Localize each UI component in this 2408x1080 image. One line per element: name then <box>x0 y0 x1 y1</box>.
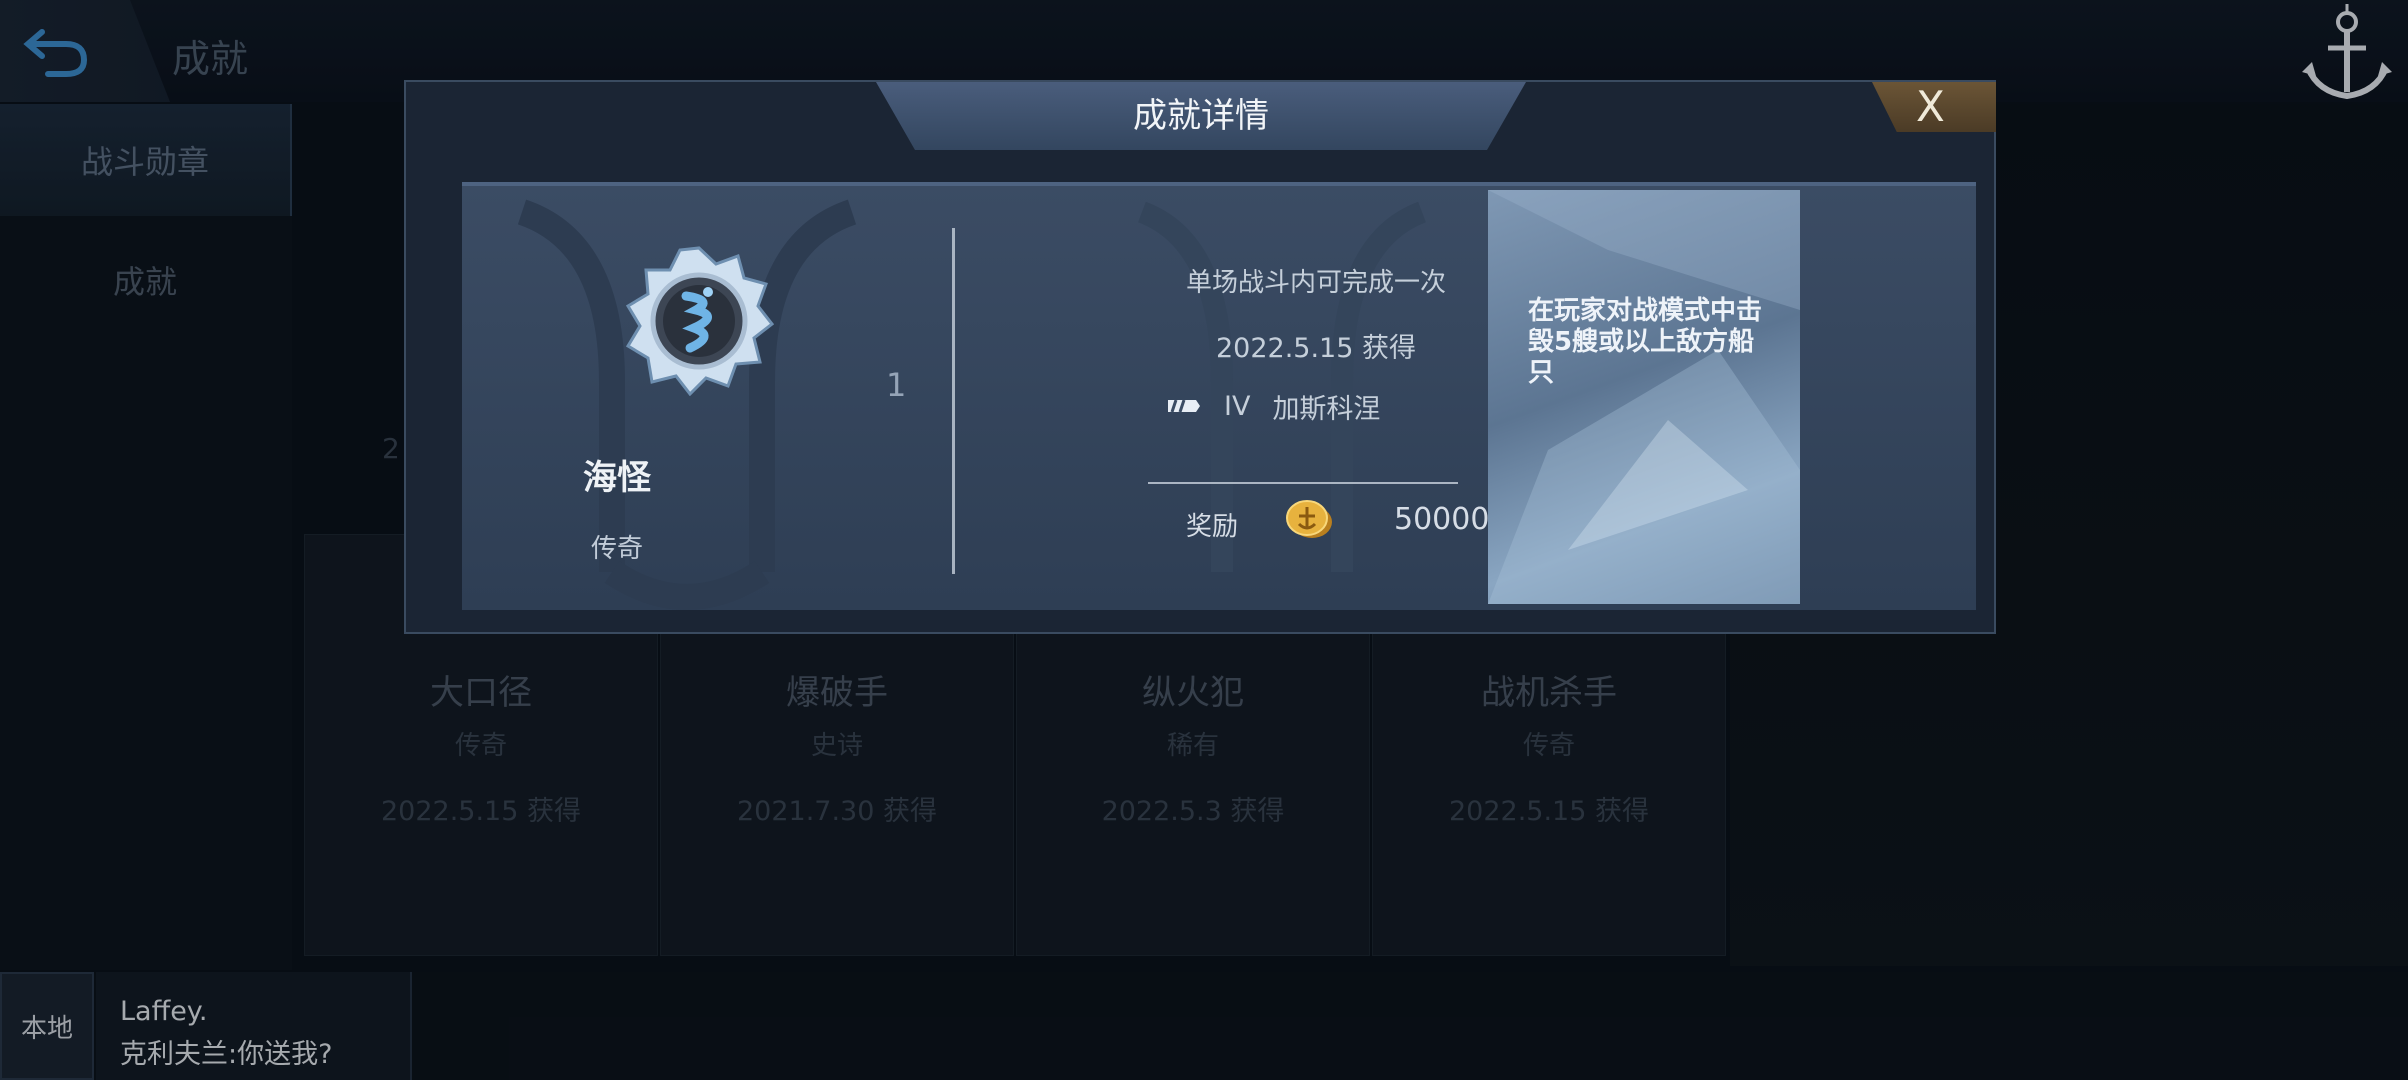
description-panel: 在玩家对战模式中击毁5艘或以上敌方船只 <box>1488 190 1800 604</box>
ship-class-icon <box>1168 399 1200 413</box>
description-background-art <box>1488 190 1800 604</box>
ship-tier: IV <box>1224 390 1251 422</box>
medal-name: 海怪 <box>583 458 651 498</box>
dialog-title: 成就详情 <box>1133 96 1269 136</box>
reward-divider <box>1148 482 1458 484</box>
sea-monster-medal-icon <box>625 246 774 396</box>
ship-info: IV 加斯科涅 <box>1166 386 1380 426</box>
medal-count: 1 <box>886 366 907 404</box>
detail-panel: 1 海怪 传奇 单场战斗内可完成一次 2022.5.15 获得 IV 加斯科涅 … <box>462 182 1976 610</box>
panel-divider <box>952 228 955 574</box>
reward-label: 奖励 <box>1186 512 1239 542</box>
coin-icon <box>1286 500 1332 538</box>
achievement-description: 在玩家对战模式中击毁5艘或以上敌方船只 <box>1528 296 1763 388</box>
close-icon[interactable]: X <box>1916 84 1945 130</box>
achievement-detail-dialog: 成就详情 X 1 海怪 传奇 单场战斗内可完成一次 2022.5.15 获得 I… <box>404 80 1996 634</box>
reward-value: 50000 <box>1394 502 1490 537</box>
medal-rarity: 传奇 <box>590 534 643 564</box>
ship-name: 加斯科涅 <box>1272 393 1381 425</box>
